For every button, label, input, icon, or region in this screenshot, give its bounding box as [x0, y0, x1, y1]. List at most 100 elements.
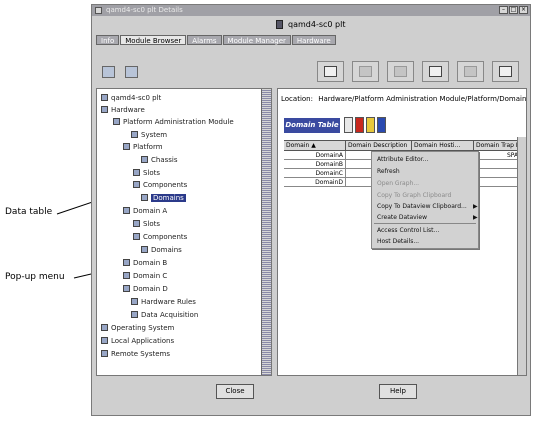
tree-item[interactable]: Platform [123, 142, 163, 153]
alarm-info-icon[interactable] [377, 117, 386, 133]
rules-icon [131, 298, 138, 305]
tree-item[interactable]: qamd4-sc0 plt [101, 93, 161, 104]
slots-icon [133, 169, 140, 176]
tree-item[interactable]: Slots [133, 168, 160, 179]
slots-icon [133, 220, 140, 227]
host-icon [276, 20, 284, 29]
tree-item[interactable]: Local Applications [101, 336, 174, 347]
settings-button[interactable] [492, 61, 519, 82]
menu-item-host-details[interactable]: Host Details... [377, 238, 419, 245]
remote-systems-icon [101, 350, 108, 357]
menu-item-attribute-editor[interactable]: Attribute Editor... [377, 156, 428, 163]
tab-module-browser[interactable]: Module Browser [120, 35, 187, 45]
tree-item[interactable]: Domain C [123, 271, 167, 282]
tab-module-manager[interactable]: Module Manager [222, 35, 291, 45]
tab-hardware[interactable]: Hardware [291, 35, 336, 45]
action-toolbar [317, 61, 519, 82]
submenu-arrow-icon: ▶ [473, 214, 478, 221]
tree-item[interactable]: Data Acquisition [131, 310, 198, 321]
window-controls: – □ × [499, 6, 528, 14]
graph-button[interactable] [352, 61, 379, 82]
tree-view-icon[interactable] [102, 66, 115, 78]
alarm-critical-icon[interactable] [355, 117, 364, 133]
system-icon [131, 131, 138, 138]
clipboard-icon [394, 66, 407, 77]
window-title: qamd4-sc0 plt Details [106, 6, 183, 14]
tab-bar: Info Module Browser Alarms Module Manage… [96, 35, 336, 45]
tree-item-selected[interactable]: Domains [141, 193, 186, 204]
button-bar: Close Help [92, 375, 530, 415]
platform-icon [123, 143, 130, 150]
menu-item-create-dataview[interactable]: Create Dataview ▶ [377, 214, 478, 221]
hardware-icon [101, 106, 108, 113]
menu-item-refresh[interactable]: Refresh [377, 168, 400, 175]
menu-separator [374, 223, 476, 224]
tree-item[interactable]: Domains [141, 245, 182, 256]
graph-icon [359, 66, 372, 77]
view-toolbar [102, 66, 138, 78]
tree-item[interactable]: Components [133, 232, 187, 243]
host-header: qamd4-sc0 plt [92, 17, 530, 32]
help-button[interactable]: Help [379, 384, 417, 399]
table-title: Domain Table [284, 118, 340, 133]
module-tree[interactable]: qamd4-sc0 plt Hardware Platform Administ… [96, 88, 272, 376]
tree-item[interactable]: Hardware [101, 105, 145, 116]
tree-item[interactable]: Hardware Rules [131, 297, 196, 308]
dataview-button[interactable] [422, 61, 449, 82]
submenu-arrow-icon: ▶ [473, 203, 478, 210]
column-header-hostname[interactable]: Domain Hosti... [412, 141, 474, 150]
menu-item-copy-dataview-clipboard[interactable]: Copy To Dataview Clipboard... ▶ [377, 203, 478, 210]
menu-item-access-control[interactable]: Access Control List... [377, 227, 439, 234]
tree-item[interactable]: Domain B [123, 258, 167, 269]
menu-item-copy-graph-clipboard[interactable]: Copy To Graph Clipboard [377, 192, 451, 199]
data-acquisition-icon [131, 311, 138, 318]
chassis-icon [141, 156, 148, 163]
tab-alarms[interactable]: Alarms [187, 35, 222, 45]
host-icon [101, 94, 108, 101]
domains-icon [141, 194, 148, 201]
tree-item[interactable]: Domain A [123, 206, 167, 217]
close-button[interactable]: Close [216, 384, 254, 399]
tree-item[interactable]: Domain D [123, 284, 168, 295]
tree-item[interactable]: Platform Administration Module [113, 117, 234, 128]
maximize-icon[interactable]: □ [509, 6, 518, 14]
os-icon [101, 324, 108, 331]
location-label: Location: [281, 95, 313, 103]
host-name: qamd4-sc0 plt [288, 20, 346, 29]
column-header-description[interactable]: Domain Description [346, 141, 412, 150]
tree-item[interactable]: Chassis [141, 155, 178, 166]
tree-item[interactable]: Slots [133, 219, 160, 230]
location-bar: Location: Hardware/Platform Administrati… [281, 95, 527, 103]
popup-menu: Attribute Editor... Refresh Open Graph..… [371, 151, 479, 249]
table-actions [344, 117, 386, 133]
refresh-button[interactable] [457, 61, 484, 82]
attribute-editor-button[interactable] [317, 61, 344, 82]
topology-view-icon[interactable] [125, 66, 138, 78]
window-titlebar[interactable]: qamd4-sc0 plt Details – □ × [92, 5, 530, 16]
tree-item[interactable]: Components [133, 180, 187, 191]
menu-item-open-graph[interactable]: Open Graph... [377, 180, 419, 187]
close-icon[interactable]: × [519, 6, 528, 14]
domain-icon [123, 207, 130, 214]
minimize-icon[interactable]: – [499, 6, 508, 14]
tab-info[interactable]: Info [96, 35, 120, 45]
tree-item[interactable]: Remote Systems [101, 349, 170, 360]
alarm-warning-icon[interactable] [366, 117, 375, 133]
window-menu-icon[interactable] [95, 7, 102, 14]
module-icon [113, 118, 120, 125]
application-icon [101, 337, 108, 344]
tree-scrollbar[interactable] [261, 89, 271, 375]
clipboard-button[interactable] [387, 61, 414, 82]
table-menu-icon[interactable] [344, 117, 353, 133]
dataview-icon [429, 66, 442, 77]
domain-icon [123, 285, 130, 292]
domain-icon [123, 272, 130, 279]
domain-icon [123, 259, 130, 266]
components-icon [133, 181, 140, 188]
location-path: Hardware/Platform Administration Module/… [318, 95, 527, 103]
column-header-domain[interactable]: Domain ▲ [284, 141, 346, 150]
domains-icon [141, 246, 148, 253]
tree-item[interactable]: Operating System [101, 323, 174, 334]
table-scrollbar[interactable] [517, 137, 526, 375]
tree-item[interactable]: System [131, 130, 167, 141]
